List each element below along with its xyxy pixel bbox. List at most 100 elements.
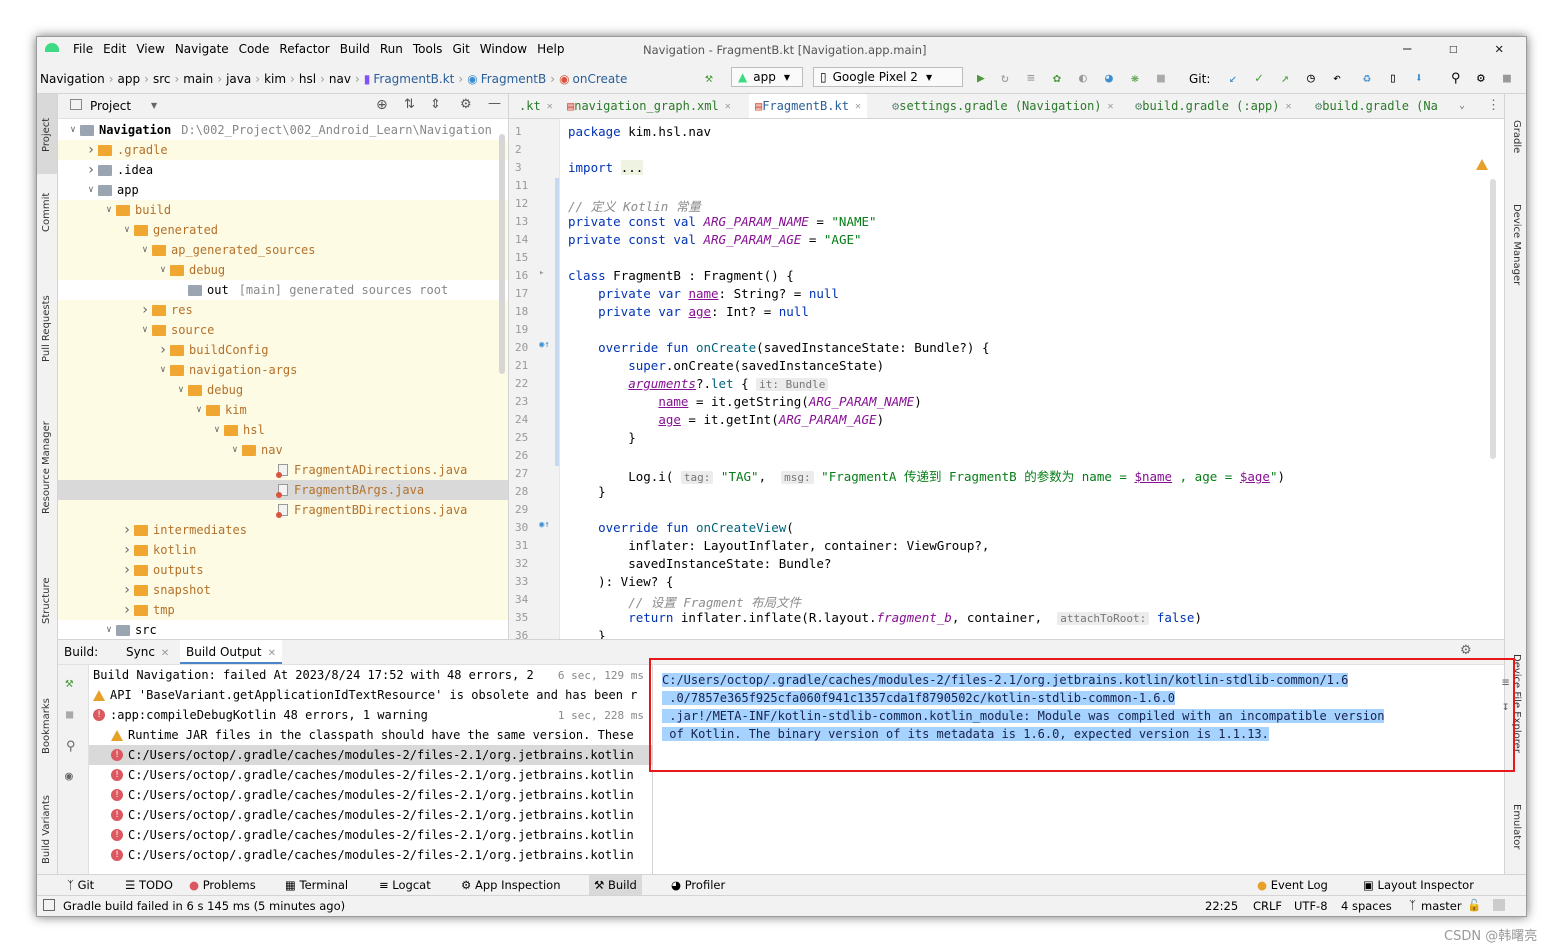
chevron-down-icon[interactable]: ∨ — [102, 625, 116, 635]
account-icon[interactable]: ■ — [1503, 71, 1511, 86]
tab-build-output[interactable]: Build Output ✕ — [180, 640, 283, 664]
tab-terminal[interactable]: ▦ Terminal — [285, 878, 348, 892]
hide-panel-icon[interactable]: — — [488, 96, 501, 111]
message-line[interactable]: .0/7857e365f925cfa060f941c1357cda1f87905… — [662, 691, 1175, 705]
eye-icon[interactable]: ◉ — [65, 769, 73, 784]
tab-todo[interactable]: ☰ TODO — [125, 878, 173, 892]
menu-window[interactable]: Window — [480, 42, 527, 56]
emulator-tool-label[interactable]: Emulator — [1511, 804, 1522, 849]
build-output-row[interactable]: Build Navigation: failed At 2023/8/24 17… — [89, 665, 652, 685]
file-encoding[interactable]: UTF-8 — [1294, 899, 1328, 913]
code-line[interactable]: import ... — [568, 160, 644, 175]
structure-tool-label[interactable]: Structure — [41, 577, 52, 624]
bookmarks-tool-label[interactable]: Bookmarks — [41, 698, 52, 754]
breadcrumb-item[interactable]: FragmentB — [481, 72, 547, 86]
project-panel-title[interactable]: Project — [90, 99, 131, 113]
commit-tool-label[interactable]: Commit — [41, 193, 52, 232]
tree-node[interactable]: ∨ Navigation D:\002_Project\002_Android_Le… — [58, 120, 508, 140]
git-push-icon[interactable]: ↗ — [1281, 71, 1289, 86]
chevron-down-icon[interactable]: ∨ — [156, 365, 170, 375]
chevron-down-icon[interactable]: ∨ — [228, 445, 242, 455]
build-output-row[interactable]: ! C:/Users/octop/.gradle/caches/modules-2… — [89, 745, 652, 765]
indent-setting[interactable]: 4 spaces — [1341, 899, 1392, 913]
device-select[interactable]: ▯ Google Pixel 2 ▼ — [813, 67, 963, 87]
code-line[interactable]: // 定义 Kotlin 常量 — [568, 196, 701, 215]
pin-icon[interactable]: ⚲ — [66, 739, 76, 754]
history-icon[interactable]: ◷ — [1307, 71, 1315, 86]
code-line[interactable]: package kim.hsl.nav — [568, 124, 711, 139]
menu-view[interactable]: View — [136, 42, 164, 56]
chevron-down-icon[interactable]: ∨ — [66, 125, 80, 135]
chevron-down-icon[interactable]: ∨ — [192, 405, 206, 415]
toggle-tool-windows-icon[interactable] — [43, 899, 55, 911]
rerun-icon[interactable]: ↻ — [1001, 71, 1009, 86]
code-line[interactable]: override fun onCreate(savedInstanceState… — [568, 340, 989, 355]
soft-wrap-icon[interactable]: ≡ — [1502, 675, 1509, 689]
tree-node[interactable]: ∨ app — [58, 180, 508, 200]
breadcrumb-item[interactable]: FragmentB.kt — [373, 72, 454, 86]
chevron-down-icon[interactable]: ∨ — [102, 205, 116, 215]
menu-file[interactable]: File — [73, 42, 93, 56]
code-line[interactable]: Log.i( tag: "TAG", msg: "FragmentA 传递到 F… — [568, 466, 1285, 485]
pull-requests-tool-label[interactable]: Pull Requests — [41, 295, 52, 362]
chevron-down-icon[interactable]: ∨ — [174, 385, 188, 395]
message-line[interactable]: .jar!/META-INF/kotlin-stdlib-common.kotl… — [662, 709, 1385, 723]
tab-problems[interactable]: ● Problems — [189, 878, 256, 892]
build-output-row[interactable]: ! C:/Users/octop/.gradle/caches/modules-2… — [89, 825, 652, 845]
tree-node[interactable]: › buildConfig — [58, 340, 508, 360]
code-line[interactable]: } — [568, 484, 606, 499]
menu-navigate[interactable]: Navigate — [175, 42, 229, 56]
profile-icon[interactable]: ◕ — [1105, 71, 1113, 86]
editor-tab[interactable]: ⚙ build.gradle (Na — [1309, 94, 1444, 118]
tree-node[interactable]: ∨ generated — [58, 220, 508, 240]
tab-build[interactable]: ⚒ Build — [589, 875, 642, 895]
code-line[interactable]: } — [568, 430, 636, 445]
search-icon[interactable]: ⚲ — [1451, 71, 1461, 86]
code-editor[interactable]: package kim.hsl.nav import ... // 定义 Kotli… — [560, 119, 1504, 639]
git-update-icon[interactable]: ↙ — [1229, 71, 1237, 86]
breadcrumb-item[interactable]: main — [183, 72, 213, 86]
tree-node[interactable]: ∨ debug — [58, 380, 508, 400]
scroll-to-end-icon[interactable]: ↧ — [1502, 699, 1509, 713]
project-tool-label[interactable]: Project — [41, 118, 52, 152]
tab-layout-inspector[interactable]: ▣ Layout Inspector — [1363, 878, 1474, 892]
gear-icon[interactable]: ⚙ — [1477, 71, 1485, 86]
chevron-right-icon[interactable]: › — [120, 542, 134, 558]
tree-node[interactable]: ∨ src — [58, 620, 508, 640]
code-line[interactable]: override fun onCreateView( — [568, 520, 794, 535]
tree-node[interactable]: › outputs — [58, 560, 508, 580]
apply-changes-icon[interactable]: ≡ — [1027, 71, 1035, 86]
code-line[interactable]: private var age: Int? = null — [568, 304, 809, 319]
chevron-right-icon[interactable]: › — [120, 582, 134, 598]
tab-sync[interactable]: Sync ✕ — [126, 645, 169, 659]
close-icon[interactable]: ✕ — [547, 101, 553, 112]
build-output-row[interactable]: ! C:/Users/octop/.gradle/caches/modules-2… — [89, 785, 652, 805]
build-output-row[interactable]: ! C:/Users/octop/.gradle/caches/modules-2… — [89, 765, 652, 785]
sync-gradle-icon[interactable]: ♻ — [1363, 71, 1371, 86]
tree-node[interactable]: › snapshot — [58, 580, 508, 600]
tree-node[interactable]: › tmp — [58, 600, 508, 620]
tree-node[interactable]: out [main] generated sources root — [58, 280, 508, 300]
message-line[interactable]: of Kotlin. The binary version of its met… — [662, 727, 1269, 741]
tree-node[interactable]: › res — [58, 300, 508, 320]
close-icon[interactable]: ✕ — [1495, 41, 1503, 57]
tree-node[interactable]: FragmentBDirections.java — [58, 500, 508, 520]
gradle-tool-label[interactable]: Gradle — [1511, 120, 1522, 153]
breadcrumb-item[interactable]: nav — [329, 72, 351, 86]
code-line[interactable]: private const val ARG_PARAM_AGE = "AGE" — [568, 232, 862, 247]
resource-manager-tool-label[interactable]: Resource Manager — [41, 421, 52, 514]
menu-edit[interactable]: Edit — [103, 42, 126, 56]
chevron-down-icon[interactable]: ⌄ — [1459, 100, 1465, 111]
close-icon[interactable]: ✕ — [1286, 101, 1292, 112]
tree-node[interactable]: ∨ kim — [58, 400, 508, 420]
debug-icon[interactable]: ✿ — [1053, 71, 1061, 86]
build-output-row[interactable]: ! C:/Users/octop/.gradle/caches/modules-2… — [89, 805, 652, 825]
tab-app-inspection[interactable]: ⚙ App Inspection — [461, 878, 561, 892]
chevron-down-icon[interactable]: ∨ — [84, 185, 98, 195]
chevron-down-icon[interactable]: ∨ — [138, 325, 152, 335]
device-manager-tool-label[interactable]: Device Manager — [1511, 204, 1522, 285]
menu-code[interactable]: Code — [239, 42, 270, 56]
code-line[interactable]: super.onCreate(savedInstanceState) — [568, 358, 884, 373]
editor-tab[interactable]: .kt ✕ — [513, 94, 559, 118]
code-line[interactable]: private var name: String? = null — [568, 286, 839, 301]
